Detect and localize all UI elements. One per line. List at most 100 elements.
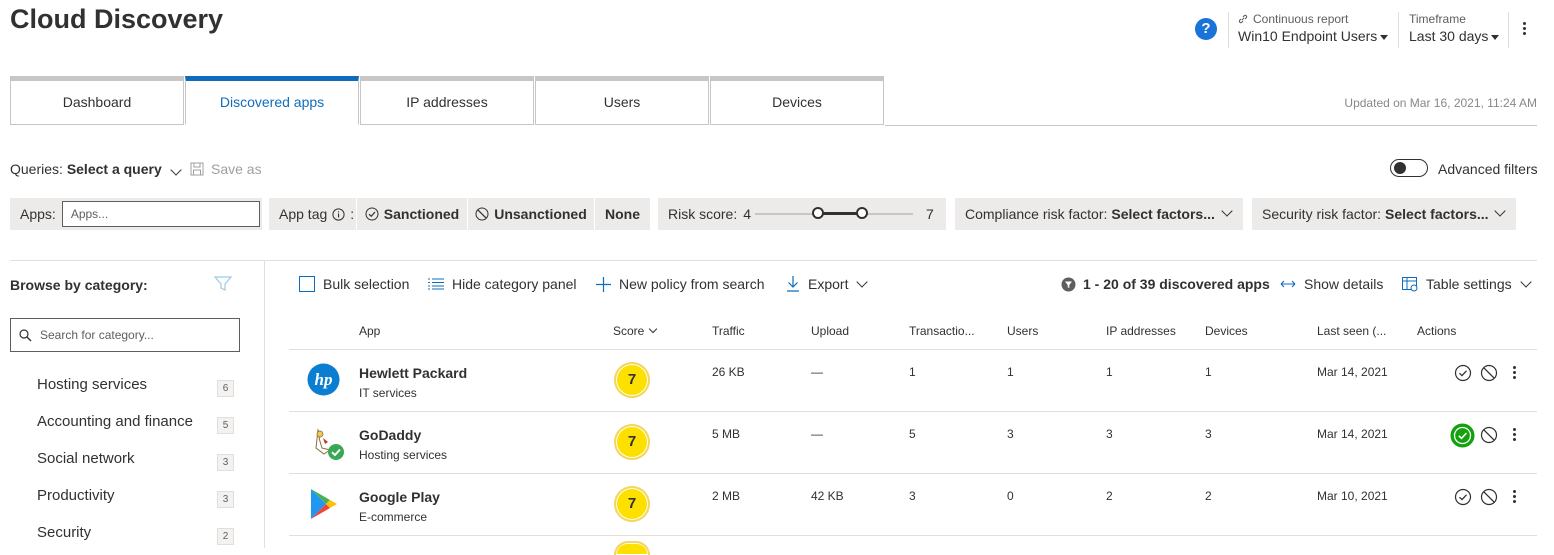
upload-cell: — [811, 365, 823, 379]
google-play-logo-icon [311, 489, 337, 519]
unsanction-icon[interactable] [1480, 364, 1498, 382]
block-icon [475, 207, 489, 221]
app-name[interactable]: GoDaddy [359, 427, 421, 443]
score-badge: 7 [614, 424, 650, 460]
tab-users[interactable]: Users [535, 76, 709, 125]
transactions-cell: 5 [909, 427, 916, 441]
sanctioned-active-icon[interactable] [1450, 423, 1475, 448]
godaddy-logo-icon [315, 428, 344, 460]
sanction-icon[interactable] [1454, 488, 1472, 506]
tabs-divider [885, 125, 1537, 126]
category-search-placeholder: Search for category... [40, 328, 154, 342]
tab-ip-addresses[interactable]: IP addresses [360, 76, 534, 125]
none-tag-button[interactable]: None [595, 198, 650, 230]
transactions-cell: 1 [909, 365, 916, 379]
column-header-score[interactable]: Score [613, 324, 658, 338]
timeframe-selector[interactable]: Timeframe Last 30 days [1409, 12, 1500, 44]
column-header-traffic[interactable]: Traffic [712, 324, 745, 338]
app-category: Hosting services [359, 448, 448, 462]
column-header-transactions[interactable]: Transactio... [909, 324, 975, 338]
sort-desc-icon [649, 324, 658, 334]
apps-input[interactable]: Apps... [61, 201, 260, 227]
row-divider [289, 535, 1537, 536]
header-divider [1508, 12, 1509, 48]
results-label: 1 - 20 of 39 discovered apps [1083, 276, 1270, 292]
sanctioned-button[interactable]: Sanctioned [357, 198, 467, 230]
table-row[interactable]: GoDaddy Hosting services 7 5 MB — 5 3 3 … [0, 412, 1554, 473]
category-search-input[interactable]: Search for category... [10, 318, 240, 352]
column-header-users[interactable]: Users [1007, 324, 1038, 338]
app-tag-label: App tag [279, 206, 328, 222]
hide-category-panel-button[interactable]: Hide category panel [428, 276, 577, 292]
column-header-upload[interactable]: Upload [811, 324, 849, 338]
app-category: IT services [359, 386, 417, 400]
table-settings-button[interactable]: Table settings [1402, 276, 1532, 292]
ip-addresses-cell: 1 [1106, 365, 1113, 379]
column-header-actions: Actions [1417, 324, 1457, 338]
upload-cell: — [811, 427, 823, 441]
column-header-devices[interactable]: Devices [1205, 324, 1248, 338]
compliance-value: Select factors... [1111, 206, 1215, 222]
table-settings-label: Table settings [1426, 276, 1512, 292]
app-tag-filter: App tag : [269, 198, 356, 230]
save-as-label: Save as [211, 161, 262, 177]
help-icon[interactable]: ? [1195, 18, 1217, 40]
column-header-ip-addresses[interactable]: IP addresses [1106, 324, 1176, 338]
show-details-button[interactable]: Show details [1280, 276, 1383, 292]
row-more-icon[interactable] [1511, 364, 1517, 382]
new-policy-button[interactable]: New policy from search [596, 276, 765, 292]
security-risk-filter[interactable]: Security risk factor: Select factors... [1252, 198, 1516, 230]
sanction-icon[interactable] [1454, 364, 1472, 382]
filter-icon[interactable] [214, 276, 232, 292]
table-row[interactable]: hp Hewlett Packard IT services 7 26 KB —… [0, 350, 1554, 411]
users-cell: 1 [1007, 365, 1014, 379]
tab-devices[interactable]: Devices [710, 76, 884, 125]
apps-filter: Apps: Apps... [10, 198, 262, 230]
table-row[interactable]: Google Play E-commerce 7 2 MB 42 KB 3 0 … [0, 474, 1554, 535]
advanced-filters-toggle[interactable] [1390, 159, 1428, 177]
tab-dashboard[interactable]: Dashboard [10, 76, 184, 125]
info-icon[interactable] [332, 207, 345, 221]
risk-score-slider[interactable] [755, 198, 915, 230]
unsanctioned-button[interactable]: Unsanctioned [468, 198, 594, 230]
app-name[interactable]: Hewlett Packard [359, 365, 467, 381]
users-cell: 3 [1007, 427, 1014, 441]
column-header-last-seen[interactable]: Last seen (... [1317, 324, 1386, 338]
row-more-icon[interactable] [1511, 488, 1517, 506]
score-badge: 7 [614, 362, 650, 398]
app-name[interactable]: Google Play [359, 489, 440, 505]
chevron-down-icon [1519, 276, 1532, 288]
devices-cell: 2 [1205, 489, 1212, 503]
updated-timestamp: Updated on Mar 16, 2021, 11:24 AM [1344, 96, 1537, 110]
row-more-icon[interactable] [1511, 426, 1517, 444]
unsanction-icon[interactable] [1480, 426, 1498, 444]
checkbox-icon [299, 276, 315, 292]
chevron-down-icon [1221, 205, 1233, 217]
compliance-risk-filter[interactable]: Compliance risk factor: Select factors..… [955, 198, 1243, 230]
chevron-down-icon [1494, 205, 1506, 217]
report-label: Continuous report [1253, 12, 1349, 26]
bulk-selection-button[interactable]: Bulk selection [299, 276, 409, 292]
plus-icon [596, 276, 611, 292]
last-seen-cell: Mar 10, 2021 [1317, 489, 1388, 503]
risk-score-label: Risk score: [668, 206, 738, 222]
security-value: Select factors... [1385, 206, 1489, 222]
column-header-app[interactable]: App [359, 324, 380, 338]
devices-cell: 3 [1205, 427, 1212, 441]
more-options-icon[interactable] [1519, 20, 1529, 40]
risk-min-value: 4 [743, 206, 752, 222]
traffic-cell: 2 MB [712, 489, 741, 503]
compliance-label: Compliance risk factor: [965, 206, 1108, 222]
unsanction-icon[interactable] [1480, 488, 1498, 506]
tab-discovered-apps[interactable]: Discovered apps [185, 76, 359, 125]
report-selector[interactable]: Continuous report Win10 Endpoint Users [1238, 12, 1389, 44]
export-button[interactable]: Export [786, 276, 869, 292]
slider-max-handle[interactable] [856, 207, 868, 219]
slider-min-handle[interactable] [812, 207, 824, 219]
expand-horizontal-icon [1280, 280, 1296, 288]
queries-selector[interactable]: Queries: Select a query [10, 161, 182, 177]
save-as-button[interactable]: Save as [190, 161, 262, 177]
link-icon [1238, 14, 1248, 24]
chevron-down-icon [856, 276, 869, 288]
caret-down-icon [1491, 34, 1500, 40]
